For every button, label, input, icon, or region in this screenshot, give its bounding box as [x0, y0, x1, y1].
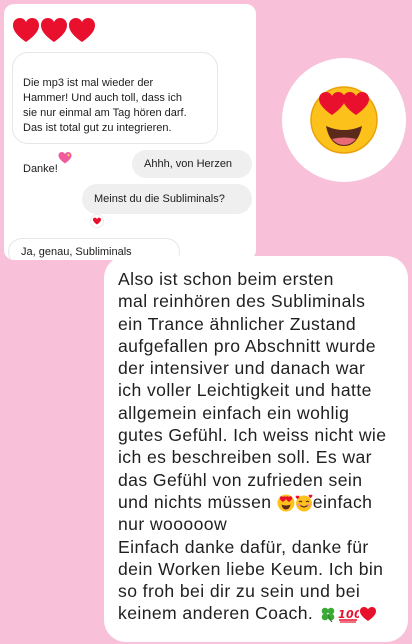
incoming-message-bubble: Die mp3 ist mal wieder der Hammer! Und a…: [12, 52, 218, 175]
outgoing-message-bubble: Meinst du die Subliminals?: [82, 184, 252, 214]
text-line: dein Worken liebe Keum. Ich bin: [118, 558, 384, 579]
text-fragment: keinem anderen Coach.: [118, 603, 319, 624]
chat-screenshot-card: Die mp3 ist mal wieder der Hammer! Und a…: [4, 4, 256, 260]
text-line: gutes Gefühl. Ich weiss nicht wie: [118, 425, 387, 446]
text-line: Also ist schon beim ersten: [118, 269, 334, 289]
text-line: ich voller Leichtigkeit und hatte: [118, 380, 372, 401]
testimonial-text: Also ist schon beim ersten mal reinhören…: [118, 268, 404, 625]
svg-text:100: 100: [338, 608, 359, 621]
text-fragment: und nichts müssen: [118, 491, 277, 512]
four-leaf-clover-icon: [319, 605, 337, 623]
sparkling-heart-icon: [58, 136, 72, 164]
text-line-with-emoji: und nichts müssen einfach: [118, 491, 404, 513]
text-line: nur wooooow: [118, 514, 228, 535]
text-line: ein Trance ähnlicher Zustand: [118, 313, 357, 334]
text-line-with-emoji: keinem anderen Coach. 100: [118, 602, 404, 624]
text-line: aufgefallen pro Abschnitt wurde: [118, 335, 376, 356]
text-line: mal reinhören des Subliminals: [118, 291, 366, 312]
heart-eyes-face-icon: [277, 494, 295, 512]
heart-eyes-face-icon: [308, 84, 380, 156]
emoji-circle: [282, 58, 406, 182]
three-hearts-emoji-icon: [12, 16, 96, 46]
text-line: ich es beschreiben soll. Es war: [118, 447, 372, 468]
message-text: Meinst du die Subliminals?: [94, 193, 225, 205]
text-line: Einfach danke dafür, danke für: [118, 536, 369, 557]
heart-reaction-icon: [90, 214, 104, 228]
text-fragment: einfach: [312, 491, 373, 512]
red-heart-icon: [359, 605, 377, 623]
outgoing-message-bubble: Ahhh, von Herzen: [132, 150, 252, 178]
text-line: das Gefühl von zufrieden sein: [118, 469, 363, 490]
text-line: der intensiver und danach war: [118, 358, 366, 379]
text-line: so froh bei dir zu sein und bei: [118, 581, 361, 602]
message-text: Ahhh, von Herzen: [144, 158, 233, 170]
smiling-face-with-hearts-icon: [295, 494, 313, 512]
hundred-points-icon: 100: [337, 605, 359, 624]
testimonial-card: Also ist schon beim ersten mal reinhören…: [104, 256, 408, 642]
text-line: allgemein einfach ein wohlig: [118, 402, 350, 423]
